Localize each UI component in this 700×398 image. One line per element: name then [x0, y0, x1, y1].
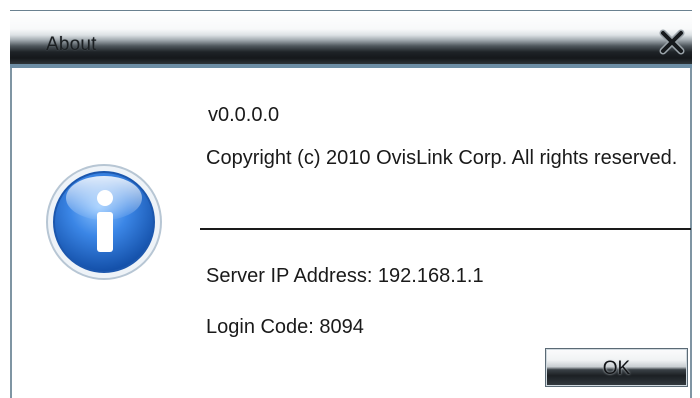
about-dialog: About v0.0.0.0 Copyright (c) 2010 OvisLi… [0, 0, 700, 398]
ok-button-label: OK [602, 358, 631, 379]
dialog-left-border [10, 68, 12, 398]
divider [200, 228, 691, 230]
copyright-text: Copyright (c) 2010 OvisLink Corp. All ri… [206, 147, 678, 169]
title-bar[interactable]: About [10, 10, 692, 68]
info-icon [45, 163, 163, 281]
close-button[interactable] [655, 27, 689, 57]
version-text: v0.0.0.0 [208, 104, 280, 126]
dialog-title: About [46, 34, 97, 55]
close-icon [659, 29, 685, 55]
ok-button[interactable]: OK [545, 348, 688, 387]
dialog-right-border [690, 68, 692, 398]
login-code-text: Login Code: 8094 [206, 316, 364, 338]
server-ip-text: Server IP Address: 192.168.1.1 [206, 265, 484, 287]
